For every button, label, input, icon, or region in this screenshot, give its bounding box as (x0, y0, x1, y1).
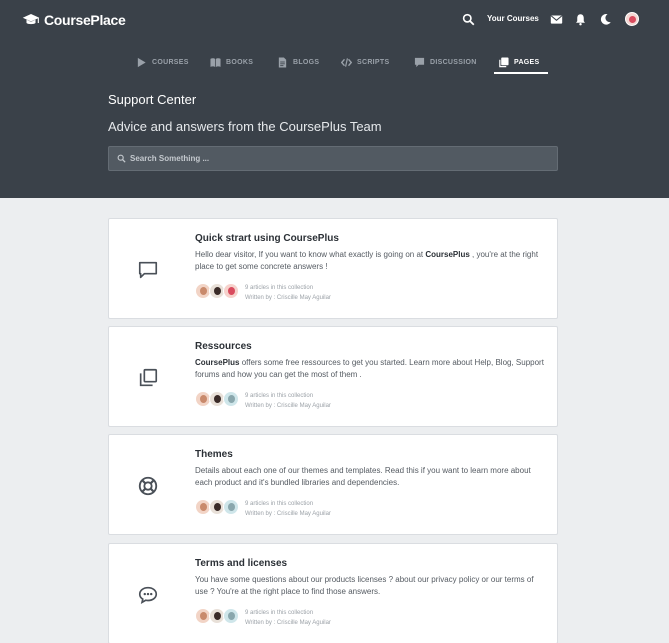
card-description: Details about each one of our themes and… (195, 466, 531, 487)
tab-label: COURSES (152, 58, 189, 66)
tab-scripts[interactable]: SCRIPTS (341, 50, 389, 74)
document-icon (278, 56, 287, 68)
collection-card[interactable]: Themes Details about each one of our the… (108, 434, 558, 535)
tab-label: DISCUSSION (430, 58, 477, 66)
copy-icon (135, 365, 161, 391)
avatar[interactable] (625, 12, 639, 26)
card-title: Terms and licenses (195, 558, 288, 569)
pages-icon (499, 56, 509, 67)
tab-courses[interactable]: COURSES (136, 50, 189, 74)
author-line: Written by : Criscille May Aguilar (245, 511, 331, 517)
tab-label: PAGES (514, 58, 540, 66)
collection-card[interactable]: Terms and licenses You have some questio… (108, 543, 558, 643)
main-nav: COURSES BOOKS BLOGS SCRIPTS DISCUSSION P… (0, 50, 669, 74)
mail-icon[interactable] (549, 11, 563, 27)
author-avatars (195, 283, 243, 299)
chat-icon (414, 57, 425, 67)
top-header: CoursePlace Your Courses COURSES BOOKS B… (0, 0, 669, 198)
book-icon (210, 57, 221, 67)
graduation-cap-icon (22, 14, 40, 25)
page-subtitle: Advice and answers from the CoursePlus T… (108, 119, 382, 134)
card-title: Themes (195, 449, 233, 460)
card-meta: 9 articles in this collection Written by… (245, 391, 331, 411)
brand-logo[interactable]: CoursePlace (22, 11, 126, 29)
search-bar[interactable] (108, 146, 558, 171)
card-meta: 9 articles in this collection Written by… (245, 283, 331, 303)
author-line: Written by : Criscille May Aguilar (245, 403, 331, 409)
card-title: Ressources (195, 341, 252, 352)
tab-discussion[interactable]: DISCUSSION (414, 50, 477, 74)
tab-label: BLOGS (293, 58, 320, 66)
card-description: You have some questions about our produc… (195, 575, 534, 596)
lifebuoy-icon (135, 473, 161, 499)
articles-count: 9 articles in this collection (245, 285, 314, 291)
card-title: Quick strart using CoursePlus (195, 233, 339, 244)
card-meta: 9 articles in this collection Written by… (245, 608, 331, 628)
collection-card[interactable]: Ressources CoursePlus offers some free r… (108, 326, 558, 427)
tab-label: SCRIPTS (357, 58, 390, 66)
avatar (223, 283, 239, 299)
card-description: CoursePlus offers some free ressources t… (195, 358, 544, 379)
author-line: Written by : Criscille May Aguilar (245, 620, 331, 626)
author-avatars (195, 499, 243, 515)
avatar (223, 499, 239, 515)
tab-blogs[interactable]: BLOGS (277, 50, 319, 74)
code-icon (341, 57, 352, 67)
search-input[interactable] (130, 154, 530, 163)
tab-label: BOOKS (226, 58, 254, 66)
tab-pages[interactable]: PAGES (494, 50, 547, 74)
author-avatars (195, 608, 243, 624)
page-title: Support Center (108, 92, 197, 107)
card-description: Hello dear visitor, If you want to know … (195, 250, 539, 271)
card-meta: 9 articles in this collection Written by… (245, 499, 331, 519)
bell-icon[interactable] (573, 11, 587, 27)
moon-icon[interactable] (598, 11, 612, 27)
brand-name: CoursePlace (44, 12, 126, 28)
avatar (223, 391, 239, 407)
tab-books[interactable]: BOOKS (210, 50, 253, 74)
collection-card[interactable]: Quick strart using CoursePlus Hello dear… (108, 218, 558, 319)
play-icon (137, 57, 146, 67)
articles-count: 9 articles in this collection (245, 501, 314, 507)
articles-count: 9 articles in this collection (245, 393, 314, 399)
author-avatars (195, 391, 243, 407)
comment-icon (135, 257, 161, 283)
your-courses-link[interactable]: Your Courses (487, 14, 539, 23)
avatar (223, 608, 239, 624)
author-line: Written by : Criscille May Aguilar (245, 295, 331, 301)
articles-count: 9 articles in this collection (245, 610, 314, 616)
search-icon (117, 154, 126, 163)
search-icon[interactable] (461, 11, 475, 27)
speech-bubble-dots-icon (135, 582, 161, 608)
